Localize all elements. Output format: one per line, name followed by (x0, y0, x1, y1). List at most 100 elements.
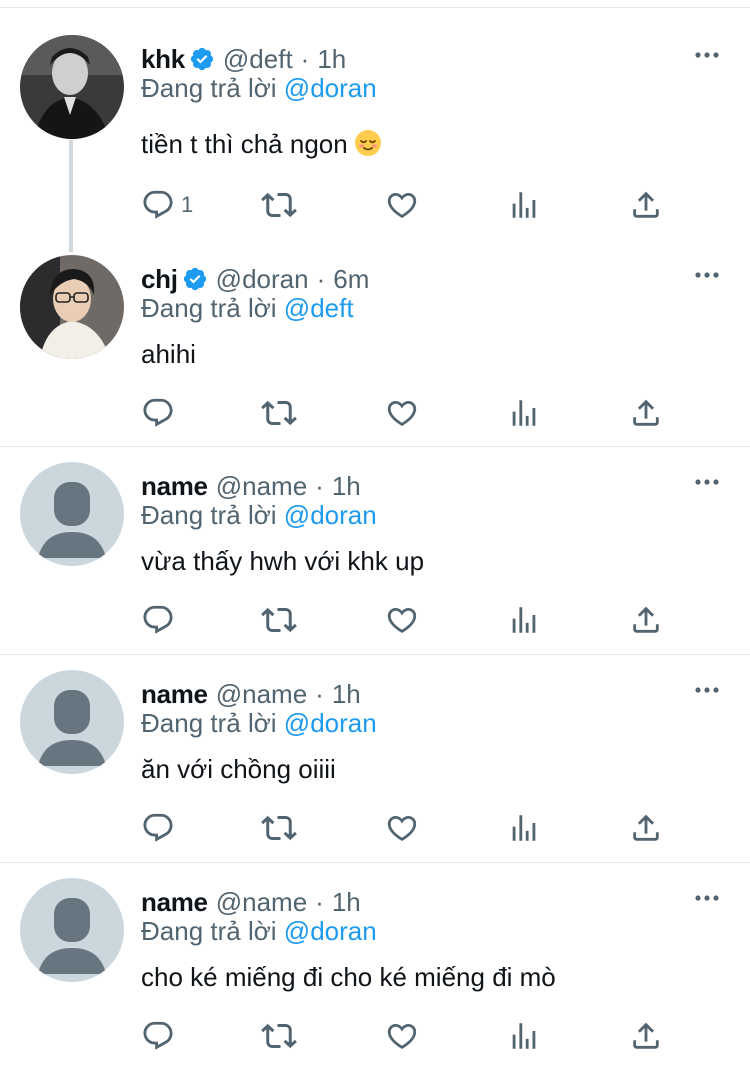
top-divider (0, 0, 750, 8)
timestamp[interactable]: 1h (317, 44, 346, 75)
like-button[interactable] (385, 602, 419, 638)
timestamp[interactable]: 1h (332, 471, 361, 502)
retweet-button[interactable] (261, 810, 297, 846)
more-icon[interactable] (694, 888, 720, 908)
share-icon (633, 606, 659, 633)
replying-to: Đang trả lời @doran (141, 500, 377, 531)
reply-button[interactable]: 1 (141, 187, 193, 223)
action-bar (141, 810, 681, 846)
tweet-text: tiền t thì chả ngon (141, 129, 348, 159)
like-button[interactable] (385, 395, 419, 431)
display-name[interactable]: name (141, 887, 208, 918)
like-icon (387, 400, 417, 426)
analytics-icon (512, 400, 536, 426)
share-button[interactable] (629, 1018, 663, 1054)
tweet[interactable]: name @name · 1h Đang trả lời @doran ăn v… (0, 670, 750, 862)
retweet-button[interactable] (261, 187, 297, 223)
analytics-button[interactable] (507, 810, 541, 846)
share-button[interactable] (629, 602, 663, 638)
avatar[interactable] (20, 255, 124, 359)
reply-icon (143, 398, 173, 427)
tweet[interactable]: name @name · 1h Đang trả lời @doran cho … (0, 878, 750, 1069)
handle[interactable]: @name (216, 471, 307, 502)
display-name[interactable]: khk (141, 44, 185, 75)
reply-icon (143, 190, 173, 219)
mention-link[interactable]: @doran (284, 916, 377, 946)
analytics-button[interactable] (507, 395, 541, 431)
share-button[interactable] (629, 395, 663, 431)
meta-separator: · (315, 886, 324, 917)
default-avatar[interactable] (20, 878, 124, 982)
display-name[interactable]: chj (141, 264, 178, 295)
more-icon[interactable] (694, 472, 720, 492)
retweet-icon (261, 607, 297, 633)
tweet-text: cho ké miếng đi cho ké miếng đi mò (141, 962, 556, 992)
retweet-icon (261, 400, 297, 426)
reply-button[interactable] (141, 395, 181, 431)
like-icon (387, 815, 417, 841)
replying-to-label: Đang trả lời (141, 500, 277, 530)
handle[interactable]: @name (216, 679, 307, 710)
replying-to: Đang trả lời @doran (141, 708, 377, 739)
action-bar (141, 1018, 681, 1054)
like-button[interactable] (385, 1018, 419, 1054)
relieved-face-emoji-icon (354, 129, 382, 164)
timestamp[interactable]: 6m (333, 264, 369, 295)
display-name[interactable]: name (141, 679, 208, 710)
like-icon (387, 607, 417, 633)
reply-icon (143, 1021, 173, 1050)
share-icon (633, 191, 659, 218)
mention-link[interactable]: @doran (284, 500, 377, 530)
share-button[interactable] (629, 187, 663, 223)
analytics-icon (512, 192, 536, 218)
tweet[interactable]: chj @doran · 6m Đang trả lời @deft ahihi (0, 255, 750, 445)
more-icon[interactable] (694, 680, 720, 700)
tweet[interactable]: name @name · 1h Đang trả lời @doran vừa … (0, 462, 750, 654)
timestamp[interactable]: 1h (332, 679, 361, 710)
analytics-icon (512, 815, 536, 841)
more-icon[interactable] (694, 265, 720, 285)
default-avatar[interactable] (20, 670, 124, 774)
timestamp[interactable]: 1h (332, 887, 361, 918)
replying-to-label: Đang trả lời (141, 293, 277, 323)
share-icon (633, 814, 659, 841)
mention-link[interactable]: @doran (284, 708, 377, 738)
meta-separator: · (316, 263, 326, 294)
retweet-button[interactable] (261, 1018, 297, 1054)
share-icon (633, 1022, 659, 1049)
reply-button[interactable] (141, 810, 181, 846)
handle[interactable]: @deft (223, 44, 293, 75)
more-icon[interactable] (694, 45, 720, 65)
default-avatar[interactable] (20, 462, 124, 566)
share-icon (633, 399, 659, 426)
meta-separator: · (315, 470, 324, 501)
analytics-icon (512, 607, 536, 633)
retweet-button[interactable] (261, 395, 297, 431)
reply-button[interactable] (141, 602, 181, 638)
analytics-button[interactable] (507, 602, 541, 638)
reply-button[interactable] (141, 1018, 181, 1054)
tweet-text: ahihi (141, 339, 196, 369)
replying-to-label: Đang trả lời (141, 708, 277, 738)
meta-separator: · (300, 43, 310, 74)
retweet-icon (261, 192, 297, 218)
like-button[interactable] (385, 810, 419, 846)
reply-count: 1 (181, 192, 194, 217)
mention-link[interactable]: @doran (284, 73, 377, 103)
reply-icon (143, 605, 173, 634)
analytics-icon (512, 1023, 536, 1049)
tweet[interactable]: khk @deft · 1h Đang trả lời @doran tiền … (0, 35, 750, 235)
mention-link[interactable]: @deft (284, 293, 354, 323)
retweet-button[interactable] (261, 602, 297, 638)
share-button[interactable] (629, 810, 663, 846)
avatar[interactable] (20, 35, 124, 139)
handle[interactable]: @doran (216, 264, 309, 295)
analytics-button[interactable] (507, 1018, 541, 1054)
action-bar (141, 602, 681, 638)
tweet-text: vừa thấy hwh với khk up (141, 546, 425, 576)
display-name[interactable]: name (141, 471, 208, 502)
analytics-button[interactable] (507, 187, 541, 223)
like-button[interactable] (385, 187, 419, 223)
meta-separator: · (315, 678, 324, 709)
handle[interactable]: @name (216, 887, 307, 918)
